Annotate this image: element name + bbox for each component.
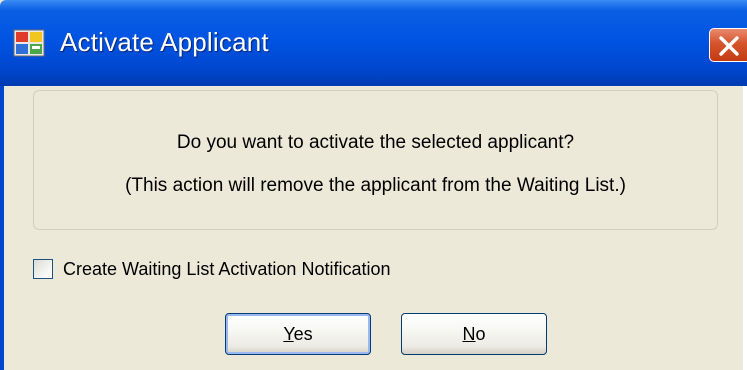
dialog-title: Activate Applicant xyxy=(60,27,269,57)
no-button-mnemonic: N xyxy=(462,324,476,344)
message-panel: Do you want to activate the selected app… xyxy=(33,90,718,230)
activate-applicant-dialog: Activate Applicant Do you want to activa… xyxy=(0,0,747,370)
notification-checkbox-label[interactable]: Create Waiting List Activation Notificat… xyxy=(63,259,390,280)
no-button-label-rest: o xyxy=(475,324,486,344)
window-left-border xyxy=(0,86,4,370)
no-button[interactable]: No xyxy=(401,313,547,355)
yes-button[interactable]: Yes xyxy=(225,313,371,355)
confirmation-note: (This action will remove the applicant f… xyxy=(125,175,626,196)
yes-button-label-rest: es xyxy=(293,324,313,344)
yes-button-mnemonic: Y xyxy=(283,324,294,344)
notification-checkbox[interactable] xyxy=(33,259,53,279)
title-bar[interactable]: Activate Applicant xyxy=(0,0,747,86)
close-button[interactable] xyxy=(709,28,747,62)
window-right-edge xyxy=(743,86,747,370)
confirmation-question: Do you want to activate the selected app… xyxy=(176,132,575,153)
application-icon xyxy=(13,29,45,57)
